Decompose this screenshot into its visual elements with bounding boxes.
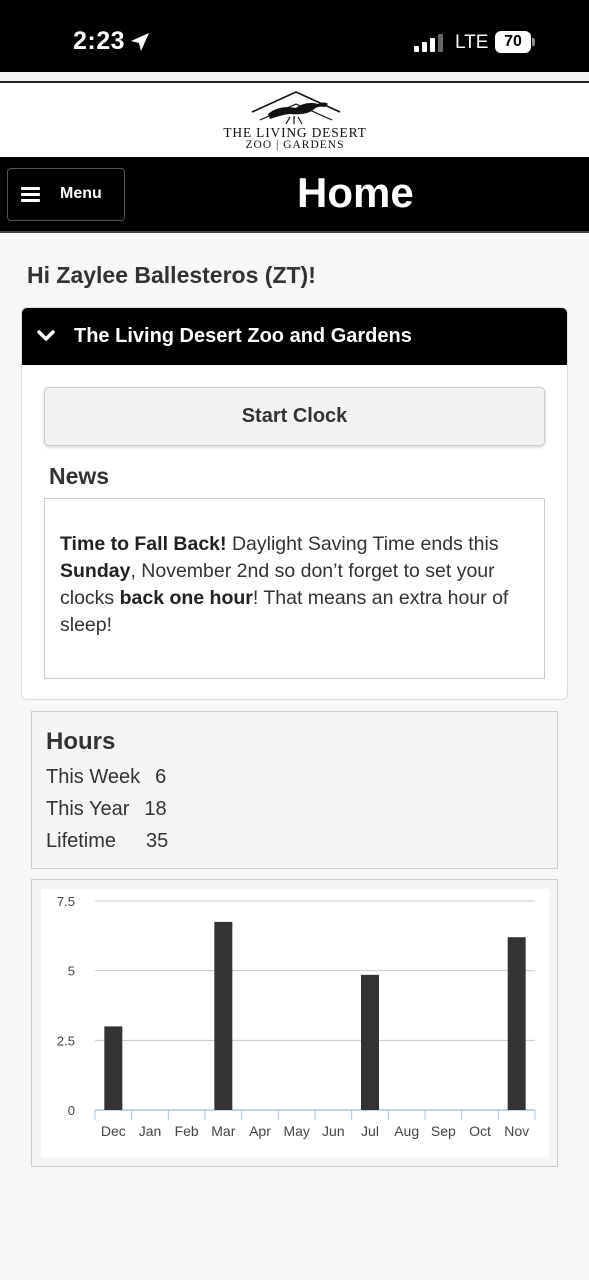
news-bold-day: Sunday: [60, 560, 131, 582]
x-tick-label: Mar: [211, 1123, 235, 1139]
x-tick-label: Jun: [322, 1123, 345, 1139]
x-tick-label: Aug: [394, 1123, 419, 1139]
x-tick-label: Jul: [361, 1123, 379, 1139]
x-tick-label: Dec: [101, 1123, 126, 1139]
hours-row-week: This Week 6: [46, 766, 166, 789]
news-heading: News: [49, 463, 110, 489]
header-divider: [0, 81, 589, 83]
x-tick-label: Feb: [175, 1123, 199, 1139]
hours-label: This Year: [46, 798, 130, 820]
menu-label: Menu: [60, 185, 102, 202]
x-tick-label: Jan: [139, 1123, 162, 1139]
hours-value: 35: [146, 830, 169, 852]
status-time: 2:23: [73, 27, 126, 55]
nav-bar: Menu Home: [0, 157, 589, 233]
logo-gap: [0, 72, 589, 81]
y-tick-label: 0: [68, 1103, 75, 1118]
organization-panel: The Living Desert Zoo and Gardens Start …: [21, 307, 568, 700]
hours-label: Lifetime: [46, 830, 117, 852]
x-tick-label: Nov: [504, 1123, 529, 1139]
y-tick-label: 7.5: [57, 894, 75, 909]
bar-mar: [214, 921, 233, 1110]
battery-tip: [532, 38, 535, 46]
organization-collapse-header[interactable]: The Living Desert Zoo and Gardens: [22, 308, 567, 365]
organization-title: The Living Desert Zoo and Gardens: [74, 325, 412, 347]
hours-chart-panel: 0 2.5 5 7.5 Dec Jan Feb Mar Apr May Jun Jul Aug Sep Oc…: [31, 879, 558, 1167]
bar-dec: [104, 1026, 123, 1110]
hours-label: This Week: [46, 766, 141, 788]
x-tick-label: Oct: [469, 1123, 491, 1139]
chevron-down-icon: [37, 330, 55, 341]
y-tick-label: 2.5: [57, 1033, 75, 1048]
y-tick-label: 5: [68, 964, 75, 979]
cellular-signal-icon: [414, 34, 443, 52]
battery-level: 70: [495, 31, 531, 53]
start-clock-button[interactable]: Start Clock: [44, 387, 545, 446]
logo-text-line2: ZOO | GARDENS: [245, 139, 345, 151]
network-type: LTE: [455, 32, 489, 53]
news-text: Time to Fall Back! Daylight Saving Time …: [60, 531, 535, 639]
news-box: Time to Fall Back! Daylight Saving Time …: [44, 498, 545, 679]
monthly-hours-chart: 0 2.5 5 7.5 Dec Jan Feb Mar Apr May Jun Jul Aug Sep Oc…: [57, 894, 536, 1139]
bar-jul: [361, 974, 379, 1110]
bar-nov: [507, 937, 526, 1110]
x-tick-label: Sep: [431, 1123, 456, 1139]
status-bar: 2:23 LTE 70: [0, 0, 589, 72]
hours-panel: Hours This Week 6 This Year 18 Lifetime 35: [31, 711, 558, 869]
news-bold-headline: Time to Fall Back!: [60, 533, 227, 555]
page-title: Home: [297, 169, 414, 216]
news-text-part: Daylight Saving Time ends this: [226, 533, 499, 555]
battery-icon: 70: [495, 31, 535, 53]
hours-title: Hours: [46, 728, 116, 755]
living-desert-logo-icon: [251, 91, 341, 125]
chart-area: 0 2.5 5 7.5 Dec Jan Feb Mar Apr May Jun Jul Aug Sep Oc…: [41, 889, 549, 1157]
location-arrow-icon: [131, 33, 149, 51]
news-bold-action: back one hour: [119, 587, 253, 609]
hours-row-year: This Year 18: [46, 798, 167, 821]
x-tick-label: Apr: [249, 1123, 271, 1139]
hours-value: 6: [155, 766, 167, 788]
hamburger-icon: [21, 187, 40, 202]
hours-row-lifetime: Lifetime 35: [46, 830, 168, 853]
greeting: Hi Zaylee Ballesteros (ZT)!: [27, 262, 316, 288]
x-tick-label: May: [283, 1123, 309, 1139]
hours-value: 18: [144, 798, 167, 820]
menu-button[interactable]: Menu: [7, 168, 125, 221]
